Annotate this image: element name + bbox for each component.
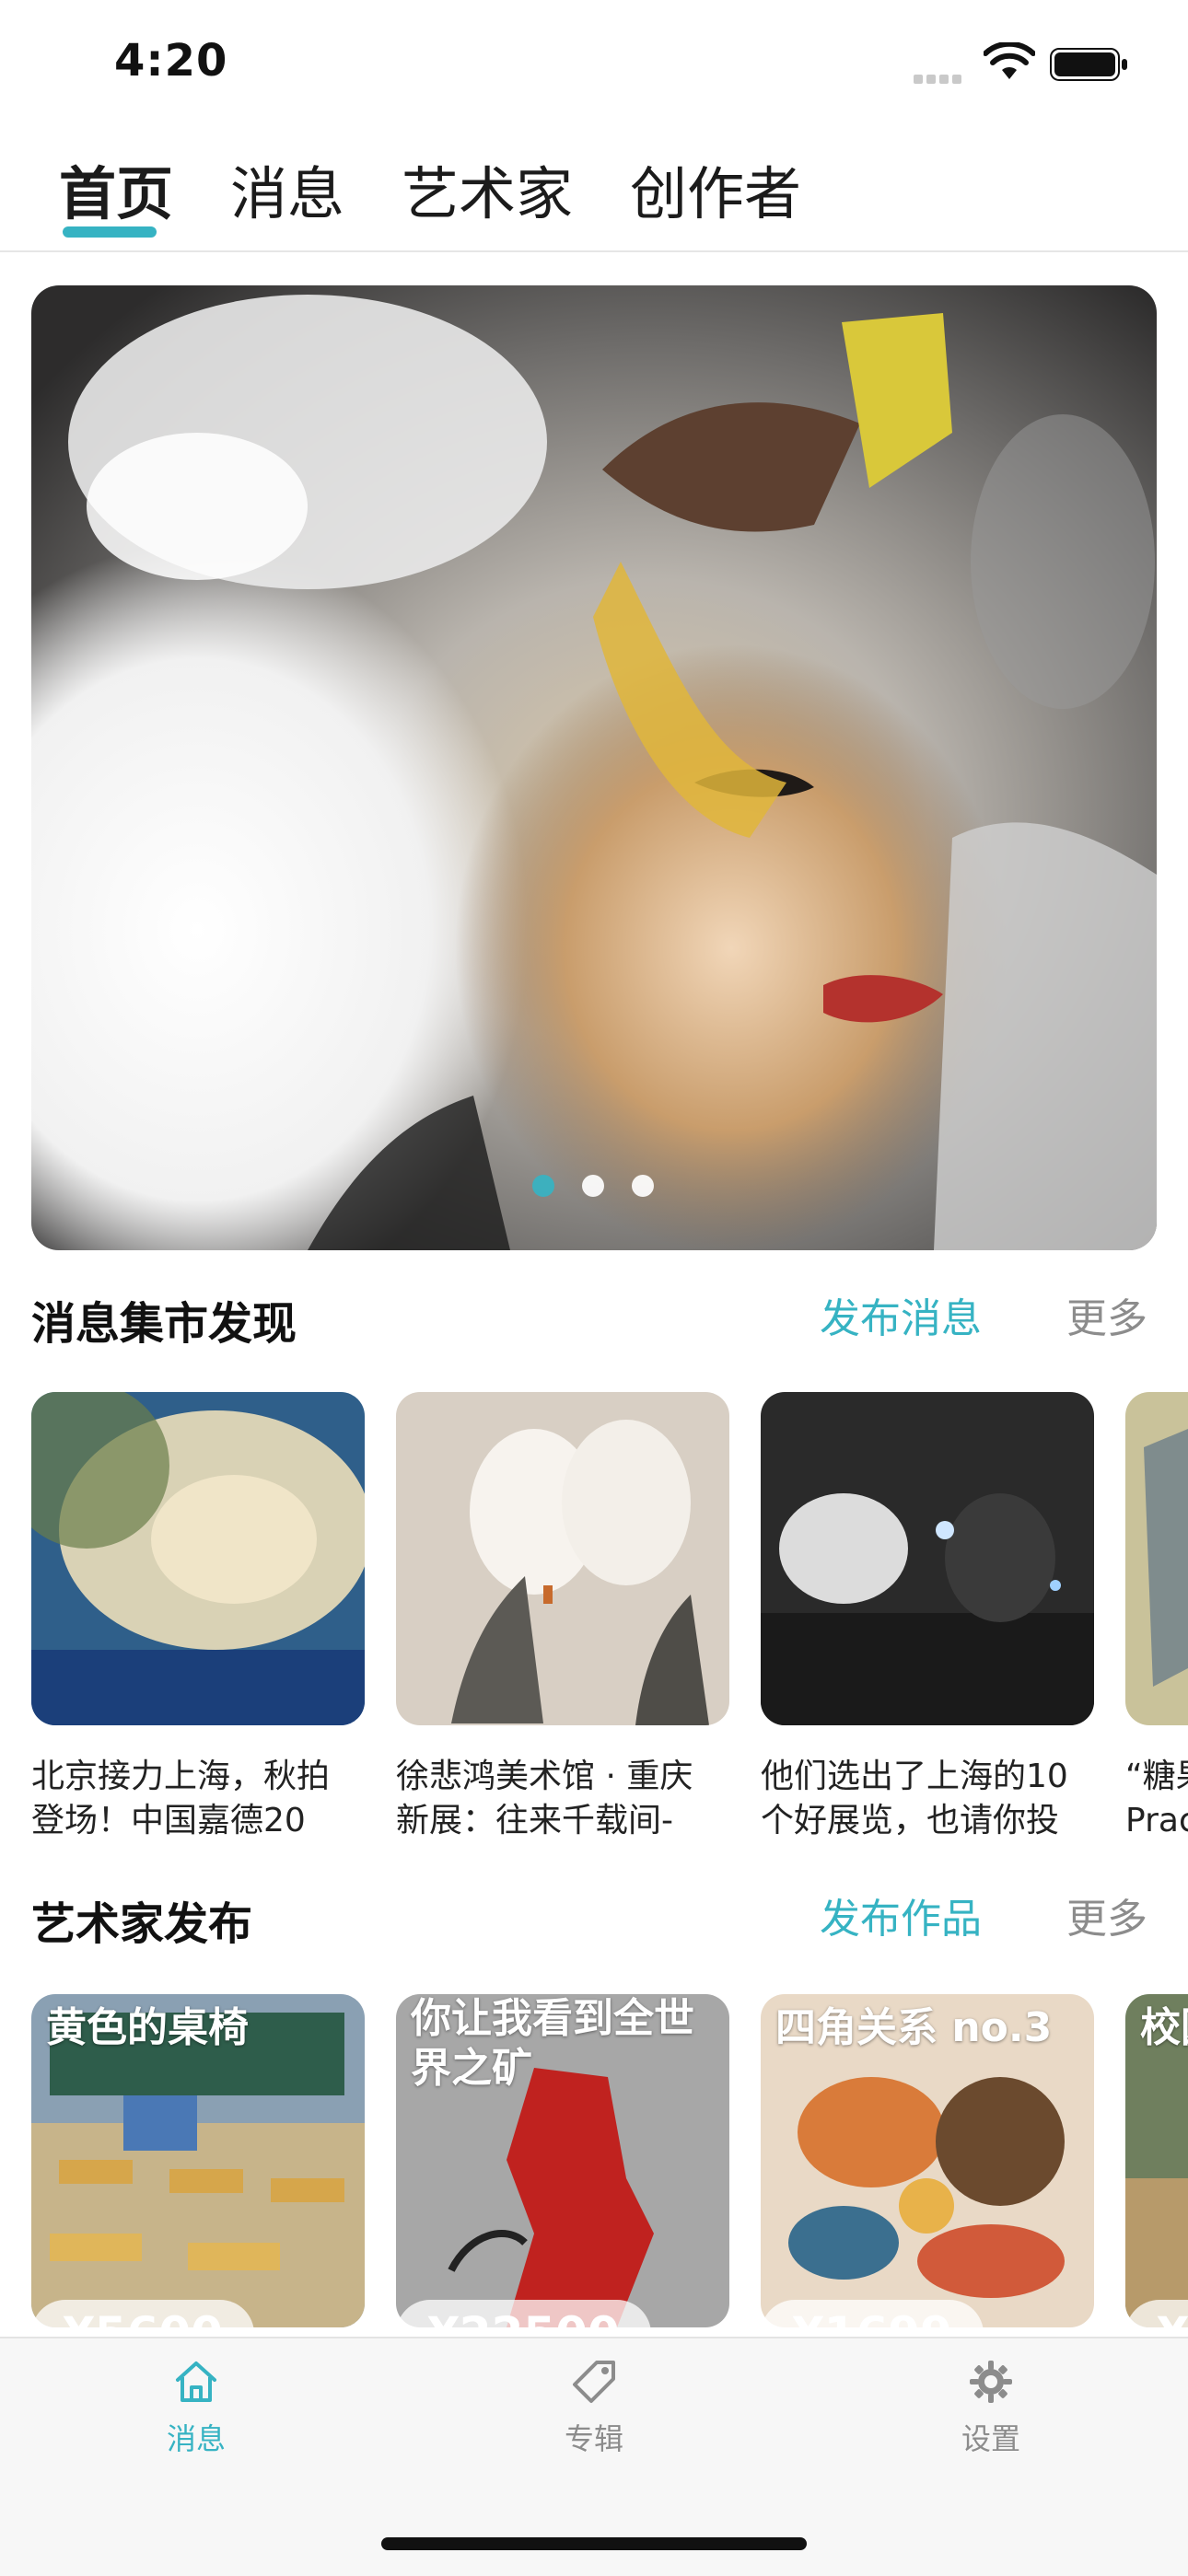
news-card-3-line1: 他们选出了上海的10 bbox=[761, 1758, 1068, 1795]
active-tab-indicator bbox=[63, 226, 157, 238]
tabbar-item-messages[interactable]: 消息 bbox=[104, 2357, 288, 2458]
carousel-dot-2[interactable] bbox=[582, 1175, 604, 1197]
artwork-title-4: 校园 bbox=[1140, 2004, 1188, 2051]
news-card-4-line2: Prac bbox=[1125, 1802, 1188, 1839]
news-card-2-line1: 徐悲鸿美术馆 · 重庆 bbox=[396, 1758, 693, 1795]
news-section-title: 消息集市发现 bbox=[31, 1298, 297, 1350]
news-card-3-line2: 个好展览，也请你投 bbox=[761, 1802, 1060, 1839]
news-card-1-line2: 登场！中国嘉德20 bbox=[31, 1802, 306, 1839]
news-thumbnail-2 bbox=[396, 1392, 729, 1725]
wifi-icon bbox=[984, 42, 1035, 79]
news-card-4-text[interactable]: “糖果 Prac bbox=[1125, 1755, 1188, 1843]
artist-more-link[interactable]: 更多 bbox=[1066, 1886, 1147, 1944]
artwork-title-2: 你让我看到全世界之矿 bbox=[411, 1995, 694, 2092]
news-card-2-text[interactable]: 徐悲鸿美术馆 · 重庆 新展：往来千载间- bbox=[396, 1755, 742, 1843]
news-more-link[interactable]: 更多 bbox=[1066, 1285, 1147, 1344]
artwork-card-1[interactable]: 黄色的桌椅 bbox=[31, 1994, 365, 2327]
status-time: 4:20 bbox=[114, 35, 228, 87]
tab-home[interactable]: 首页 bbox=[59, 147, 173, 230]
gear-icon bbox=[970, 2361, 1012, 2403]
news-card-2[interactable] bbox=[396, 1392, 729, 1725]
tab-artists[interactable]: 艺术家 bbox=[402, 147, 573, 230]
tab-creators[interactable]: 创作者 bbox=[630, 147, 801, 230]
top-tab-bar: 首页 消息 艺术家 创作者 bbox=[59, 147, 801, 230]
news-card-4[interactable] bbox=[1125, 1392, 1188, 1725]
battery-icon bbox=[1050, 48, 1127, 81]
carousel-pagination bbox=[532, 1175, 654, 1197]
header-divider bbox=[0, 250, 1188, 252]
publish-news-button[interactable]: 发布消息 bbox=[820, 1285, 982, 1344]
artwork-title-1: 黄色的桌椅 bbox=[46, 2004, 249, 2051]
news-card-4-line1: “糖果 bbox=[1125, 1758, 1188, 1795]
news-card-2-line2: 新展：往来千载间- bbox=[396, 1802, 673, 1839]
artwork-card-4[interactable]: 校园 bbox=[1125, 1994, 1188, 2327]
news-card-1[interactable] bbox=[31, 1392, 365, 1725]
news-thumbnail-4 bbox=[1125, 1392, 1188, 1725]
news-thumbnail-3 bbox=[761, 1392, 1094, 1725]
tabbar-label-settings: 设置 bbox=[961, 2421, 1020, 2456]
artwork-card-3[interactable]: 四角关系 no.3 bbox=[761, 1994, 1094, 2327]
tabbar-item-settings[interactable]: 设置 bbox=[899, 2357, 1083, 2458]
carousel-dot-1[interactable] bbox=[532, 1175, 554, 1197]
cellular-signal-icon bbox=[914, 70, 965, 87]
home-indicator[interactable] bbox=[381, 2537, 807, 2550]
news-card-1-line1: 北京接力上海，秋拍 bbox=[31, 1758, 331, 1795]
tabbar-item-albums[interactable]: 专辑 bbox=[502, 2357, 686, 2458]
artwork-title-3: 四角关系 no.3 bbox=[775, 2004, 1053, 2051]
tag-icon bbox=[573, 2361, 615, 2403]
news-thumbnail-1 bbox=[31, 1392, 365, 1725]
tabbar-label-albums: 专辑 bbox=[564, 2421, 623, 2456]
news-card-1-text[interactable]: 北京接力上海，秋拍 登场！中国嘉德20 bbox=[31, 1755, 378, 1843]
news-card-3[interactable] bbox=[761, 1392, 1094, 1725]
banner-artwork-image bbox=[31, 285, 1157, 1250]
tabbar-label-messages: 消息 bbox=[166, 2421, 226, 2456]
news-card-3-text[interactable]: 他们选出了上海的10 个好展览，也请你投 bbox=[761, 1755, 1107, 1843]
publish-artwork-button[interactable]: 发布作品 bbox=[820, 1886, 982, 1944]
artwork-card-2[interactable]: 你让我看到全世界之矿 bbox=[396, 1994, 729, 2327]
home-icon bbox=[176, 2361, 216, 2402]
artist-section-title: 艺术家发布 bbox=[31, 1898, 253, 1950]
carousel-dot-3[interactable] bbox=[632, 1175, 654, 1197]
tab-messages[interactable]: 消息 bbox=[230, 147, 344, 230]
banner-carousel[interactable] bbox=[31, 285, 1157, 1250]
